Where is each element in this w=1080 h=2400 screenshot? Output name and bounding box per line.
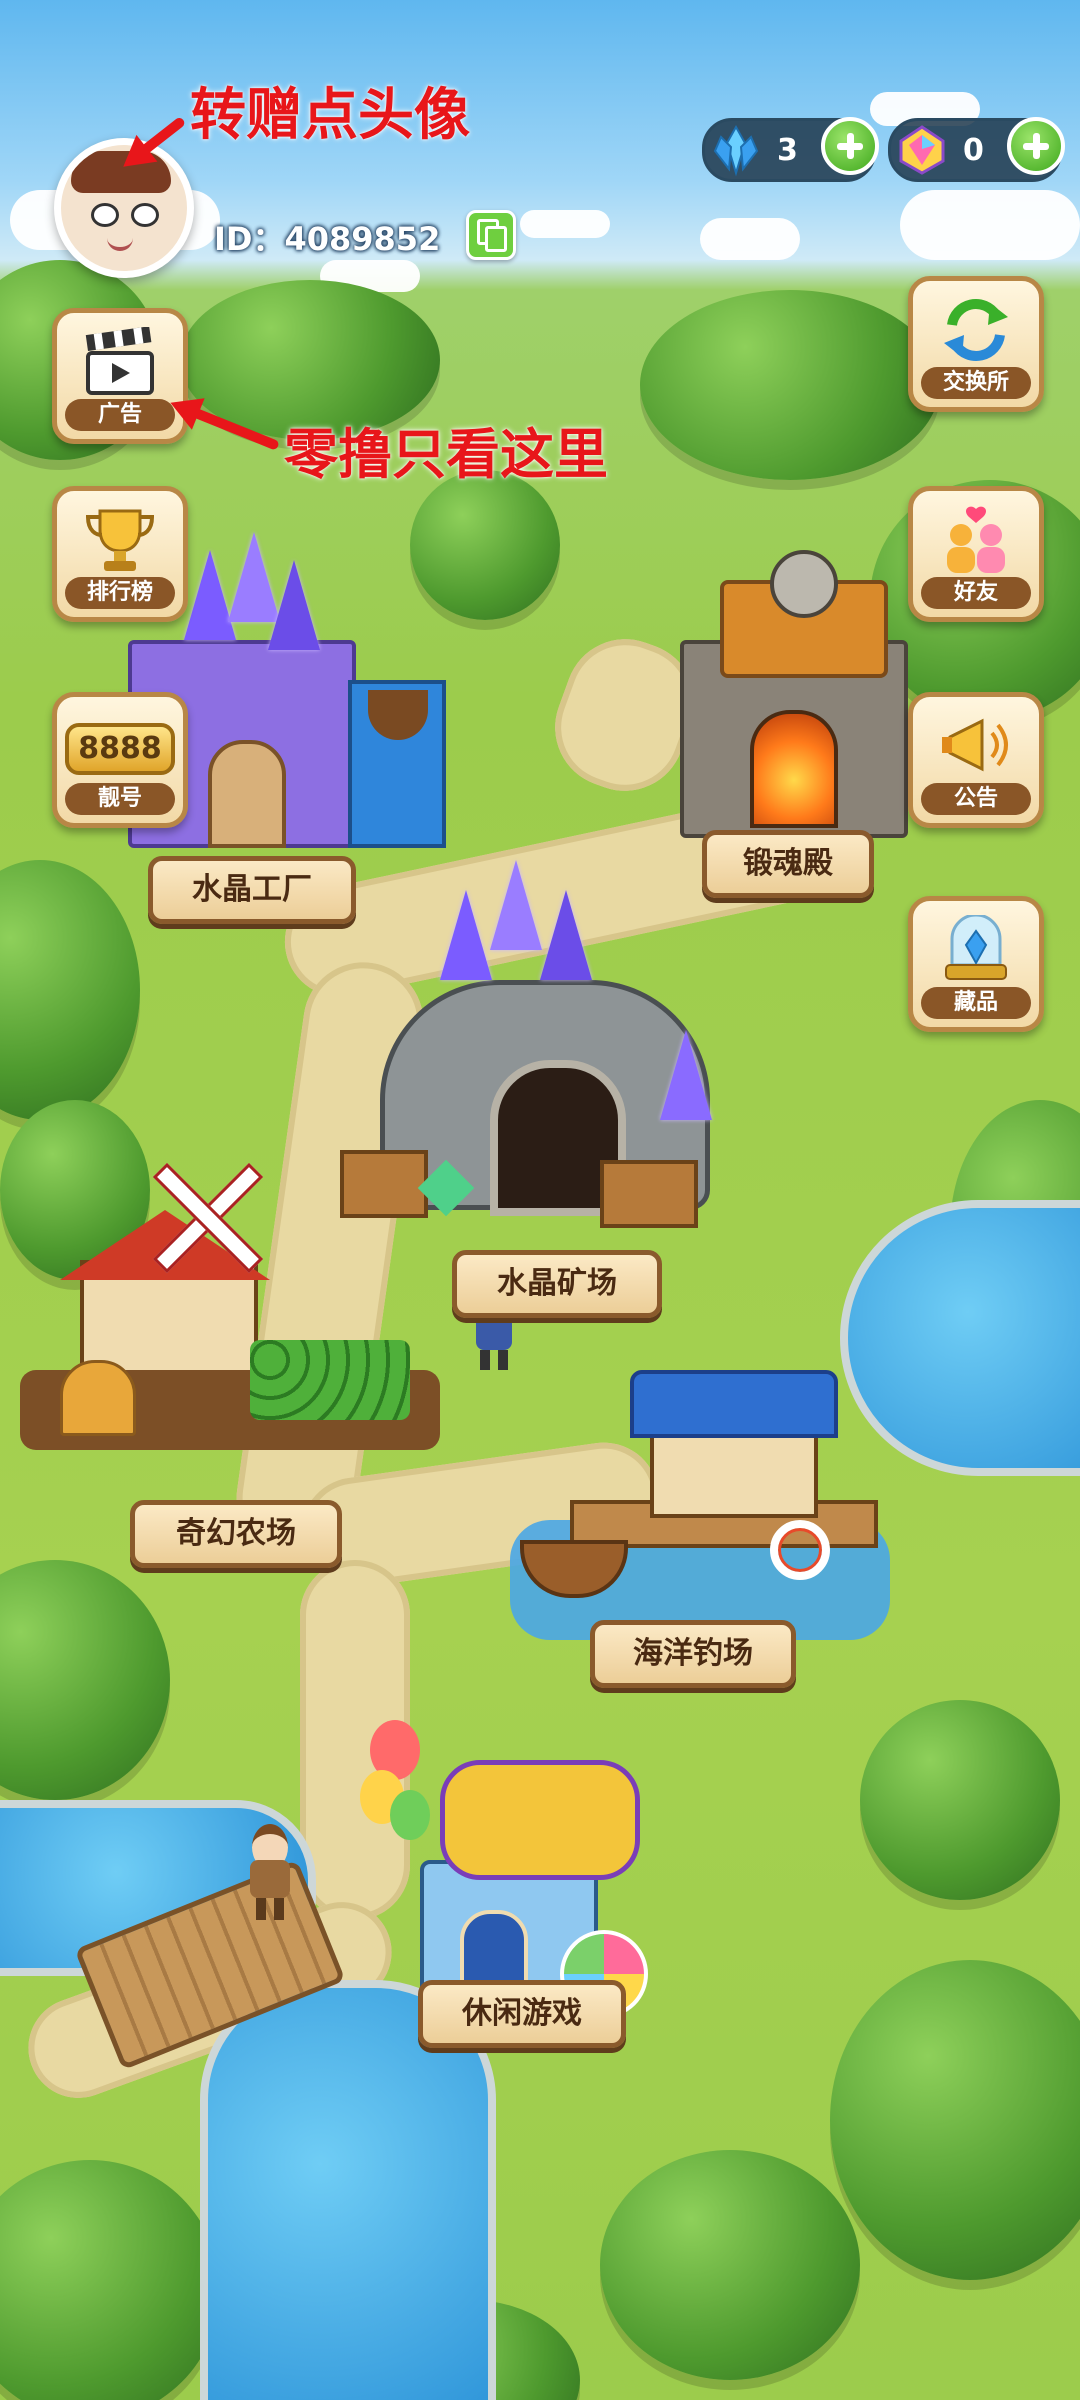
number-badge-icon: 8888 xyxy=(65,723,175,775)
leaderboard-button-label: 排行榜 xyxy=(65,577,175,609)
friends-button-label: 好友 xyxy=(921,577,1031,609)
fantasy-farm-building[interactable] xyxy=(20,1160,440,1460)
cloud xyxy=(520,210,610,238)
tree xyxy=(0,2160,220,2400)
leaderboard-button[interactable]: 排行榜 xyxy=(52,486,188,622)
location-label-crystal-mine[interactable]: 水晶矿场 xyxy=(452,1250,662,1318)
add-blue-crystal-button[interactable] xyxy=(821,117,879,175)
lucky-number-button[interactable]: 8888 靓号 xyxy=(52,692,188,828)
rainbow-gem-icon xyxy=(899,125,945,175)
tree xyxy=(640,290,940,480)
tree xyxy=(830,1960,1080,2280)
npc-explorer-character[interactable] xyxy=(240,1820,300,1920)
blue-crystal-icon xyxy=(713,124,759,177)
currency-rainbow-gem: 0 xyxy=(888,117,1065,182)
exchange-button[interactable]: 交换所 xyxy=(908,276,1044,412)
announcement-button[interactable]: 公告 xyxy=(908,692,1044,828)
collection-crystal-icon xyxy=(945,915,1007,980)
player-id: ID：4089852 xyxy=(214,220,441,258)
game-map: 水晶工厂 锻魂殿 水晶矿场 奇幻农场 海洋钓场 休闲游戏 ID：4089852 … xyxy=(0,0,1080,2400)
exchange-arrows-icon xyxy=(944,298,1008,362)
announcement-button-label: 公告 xyxy=(921,783,1031,815)
avatar-hint-arrow xyxy=(124,115,187,167)
location-label-crystal-factory[interactable]: 水晶工厂 xyxy=(148,856,356,924)
exchange-button-label: 交换所 xyxy=(921,367,1031,399)
ocean-fishing-building[interactable] xyxy=(510,1370,890,1650)
trophy-icon xyxy=(85,509,155,571)
clapperboard-icon xyxy=(85,327,154,395)
collection-button-label: 藏品 xyxy=(921,987,1031,1019)
blue-crystal-count: 3 xyxy=(777,133,798,168)
location-label-leisure-games[interactable]: 休闲游戏 xyxy=(418,1980,626,2048)
friends-icon xyxy=(947,506,1005,573)
ads-button[interactable]: 广告 xyxy=(52,308,188,444)
location-label-fantasy-farm[interactable]: 奇幻农场 xyxy=(130,1500,342,1568)
cloud xyxy=(700,218,800,260)
currency-blue-crystal: 3 xyxy=(702,117,879,182)
avatar-hint-annotation: 转赠点头像 xyxy=(190,83,470,148)
megaphone-icon xyxy=(942,718,1008,772)
ads-button-label: 广告 xyxy=(65,399,175,431)
location-label-soul-forge[interactable]: 锻魂殿 xyxy=(702,830,874,898)
add-rainbow-gem-button[interactable] xyxy=(1007,117,1065,175)
tree xyxy=(600,2150,860,2380)
soul-forge-building[interactable] xyxy=(660,550,920,840)
tree xyxy=(0,860,140,1120)
tree xyxy=(410,470,560,620)
copy-id-button[interactable] xyxy=(466,210,516,260)
cloud xyxy=(900,190,1080,260)
ad-hint-annotation: 零撸只看这里 xyxy=(284,423,608,486)
location-label-ocean-fishing[interactable]: 海洋钓场 xyxy=(590,1620,796,1688)
tree xyxy=(0,1560,170,1800)
friends-button[interactable]: 好友 xyxy=(908,486,1044,622)
collection-button[interactable]: 藏品 xyxy=(908,896,1044,1032)
tree xyxy=(860,1700,1060,1900)
rainbow-gem-count: 0 xyxy=(963,133,984,168)
lucky-number-button-label: 靓号 xyxy=(65,783,175,815)
